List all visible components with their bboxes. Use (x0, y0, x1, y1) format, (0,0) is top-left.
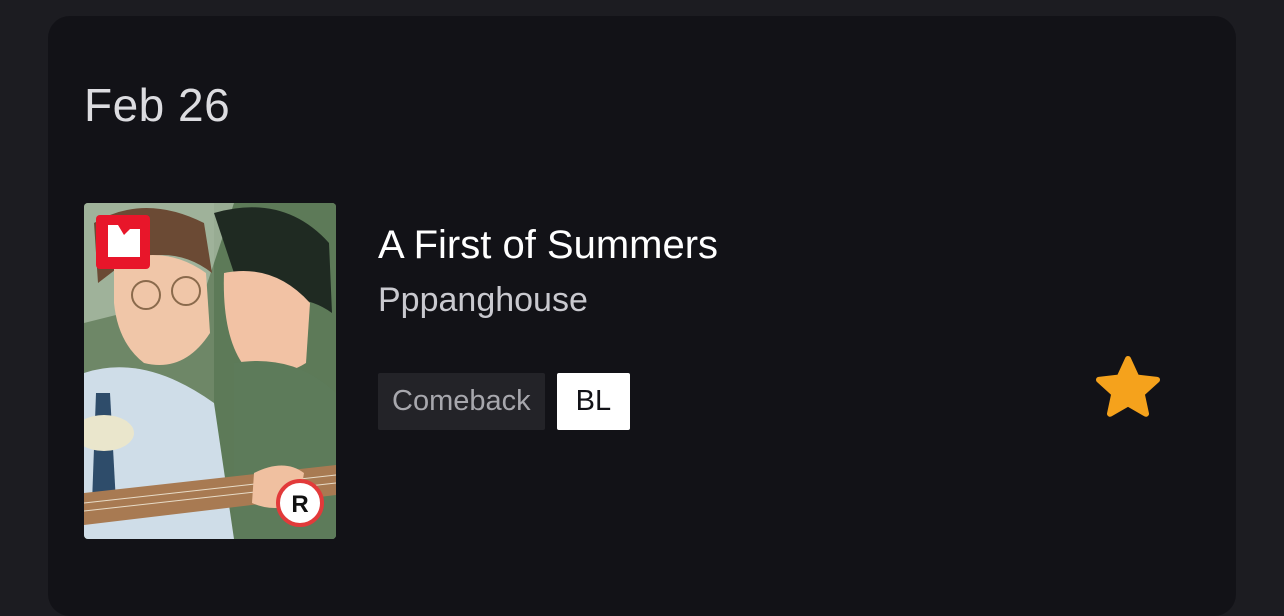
section-date: Feb 26 (84, 79, 231, 131)
schedule-card: Feb 26 R A First of Summers Pppanghouse … (48, 16, 1236, 616)
rating-badge-icon: R (276, 479, 324, 527)
tag-comeback[interactable]: Comeback (378, 373, 545, 430)
platform-logo-icon (96, 215, 150, 269)
webtoon-title[interactable]: A First of Summers (378, 223, 718, 268)
tag-bl[interactable]: BL (556, 373, 631, 430)
tag-list: Comeback BL (378, 373, 631, 430)
webtoon-author[interactable]: Pppanghouse (378, 281, 588, 320)
star-icon (1096, 356, 1160, 417)
webtoon-entry[interactable]: R A First of Summers Pppanghouse Comebac… (84, 203, 1194, 539)
rating-badge-label: R (291, 491, 308, 518)
cover-image[interactable]: R (84, 203, 336, 539)
favorite-button[interactable] (1092, 353, 1164, 425)
